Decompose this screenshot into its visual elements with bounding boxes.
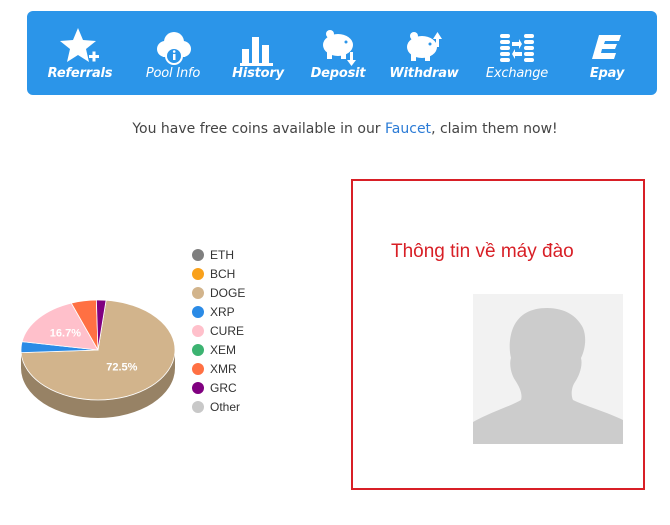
nav-withdraw[interactable]: Withdraw xyxy=(384,11,464,95)
pie-data-label-cure: 16.7% xyxy=(50,327,81,339)
legend-swatch xyxy=(192,363,204,375)
coins-exchange-icon xyxy=(500,34,534,62)
nav-exchange-label: Exchange xyxy=(485,66,549,81)
nav-deposit-label: Deposit xyxy=(310,66,366,81)
nav-history[interactable]: History xyxy=(218,11,298,95)
bar-chart-icon xyxy=(240,37,273,66)
nav-epay-label: Epay xyxy=(589,66,625,81)
legend-label: GRC xyxy=(210,381,237,395)
star-plus-icon xyxy=(60,28,99,62)
nav-pool-info-label: Pool Info xyxy=(145,66,201,81)
coin-distribution-pie-chart: 72.5% 16.7% xyxy=(20,299,176,418)
legend-label: XMR xyxy=(210,362,237,376)
legend-swatch xyxy=(192,401,204,413)
legend-swatch xyxy=(192,249,204,261)
nav-referrals-label: Referrals xyxy=(47,66,113,81)
nav-referrals[interactable]: Referrals xyxy=(40,11,120,95)
piggy-bank-down-icon xyxy=(323,30,356,66)
legend-swatch xyxy=(192,306,204,318)
faucet-message-suffix: , claim them now! xyxy=(431,121,558,137)
pie-data-label-doge: 72.5% xyxy=(106,361,137,373)
nav-exchange[interactable]: Exchange xyxy=(477,11,557,95)
nav-deposit[interactable]: Deposit xyxy=(298,11,378,95)
legend-label: XEM xyxy=(210,343,237,357)
legend-label: ETH xyxy=(210,248,234,262)
legend-swatch xyxy=(192,268,204,280)
faucet-link[interactable]: Faucet xyxy=(385,121,431,137)
epay-logo-icon xyxy=(592,35,621,59)
nav-history-label: History xyxy=(232,66,284,81)
legend-label: Other xyxy=(210,400,241,414)
piggy-bank-up-icon xyxy=(407,32,442,61)
legend-label: XRP xyxy=(210,305,235,319)
cloud-info-icon xyxy=(157,32,191,65)
miner-info-title: Thông tin về máy đào xyxy=(391,241,574,262)
legend-swatch xyxy=(192,344,204,356)
legend-swatch xyxy=(192,382,204,394)
legend-swatch xyxy=(192,325,204,337)
legend-swatch xyxy=(192,287,204,299)
legend-label: CURE xyxy=(210,324,245,338)
nav-withdraw-label: Withdraw xyxy=(389,66,459,81)
avatar-placeholder xyxy=(473,294,623,444)
nav-epay[interactable]: Epay xyxy=(567,11,647,95)
legend-label: DOGE xyxy=(210,286,246,300)
main-navbar: Referrals Pool Info History Deposit With… xyxy=(27,11,657,95)
miner-info-panel: Thông tin về máy đào xyxy=(351,179,645,490)
legend-label: BCH xyxy=(210,267,236,281)
faucet-message: You have free coins available in our Fau… xyxy=(0,121,670,137)
nav-pool-info[interactable]: Pool Info xyxy=(133,11,213,95)
faucet-message-prefix: You have free coins available in our xyxy=(132,121,386,137)
